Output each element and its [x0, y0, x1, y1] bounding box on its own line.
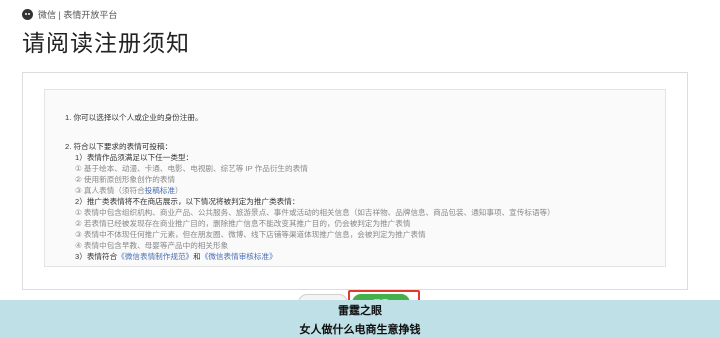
notice-promo-1: ① 表情中包含组织机构、商业产品、公共服务、旅游景点、事件或活动的相关信息（如吉…: [75, 208, 555, 217]
banner-line-1: 雷霆之眼: [338, 304, 382, 317]
notice-promo-4: ④ 表情中包含早教、母婴等产品中的相关形象: [75, 241, 229, 250]
brand-name: 微信 | 表情开放平台: [38, 10, 118, 20]
notice-content-box: 1. 你可以选择以个人或企业的身份注册。 2. 符合以下要求的表情可投稿： 1）…: [44, 89, 666, 267]
production-spec-link[interactable]: 《微信表情制作规范》: [117, 252, 193, 261]
notice-subheading-promo: 2）推广类表情将不在商店展示，以下情况将被判定为推广类表情：: [75, 197, 300, 206]
notice-subheading-types: 1）表情作品须满足以下任一类型：: [75, 153, 194, 162]
notice-standards: 3）表情符合《微信表情制作规范》和《微信表情审核标准》: [75, 252, 277, 263]
banner-line-2: 女人做什么电商生意挣钱: [299, 323, 421, 336]
submission-standard-link[interactable]: 投稿标准: [145, 186, 175, 195]
page-title: 请阅读注册须知: [22, 31, 190, 57]
notice-type-ip: ① 基于绘本、动漫、卡通、电影、电视剧、综艺等 IP 作品衍生的表情: [75, 164, 308, 173]
notice-item-2: 2. 符合以下要求的表情可投稿：: [65, 142, 173, 151]
real-person-text-end: ）: [175, 186, 183, 195]
notice-promo-3: ③ 表情中不体现任何推广元素，但在朋友圈、微博、线下店铺等渠道体现推广信息，会被…: [75, 230, 426, 239]
registration-notice-panel: 1. 你可以选择以个人或企业的身份注册。 2. 符合以下要求的表情可投稿： 1）…: [22, 72, 688, 290]
watermark-banner: 雷霆之眼 女人做什么电商生意挣钱: [0, 300, 720, 337]
notice-type-real-person: ③ 真人表情（须符合投稿标准）: [75, 186, 183, 197]
notice-promo-2: ② 若表情已经被发现存在商业推广目的，删除推广信息不能改变其推广目的，仍会被判定…: [75, 219, 411, 228]
real-person-text: ③ 真人表情（须符合: [75, 186, 145, 195]
standards-and-text: 和: [193, 252, 201, 261]
notice-type-original: ② 使用新原创形象创作的表情: [75, 175, 176, 184]
brand-header: 微信 | 表情开放平台: [22, 8, 117, 21]
notice-item-1: 1. 你可以选择以个人或企业的身份注册。: [65, 113, 203, 122]
review-standard-link[interactable]: 《微信表情审核标准》: [201, 252, 277, 261]
wechat-logo-icon: [22, 9, 33, 20]
standards-text: 3）表情符合: [75, 252, 118, 261]
